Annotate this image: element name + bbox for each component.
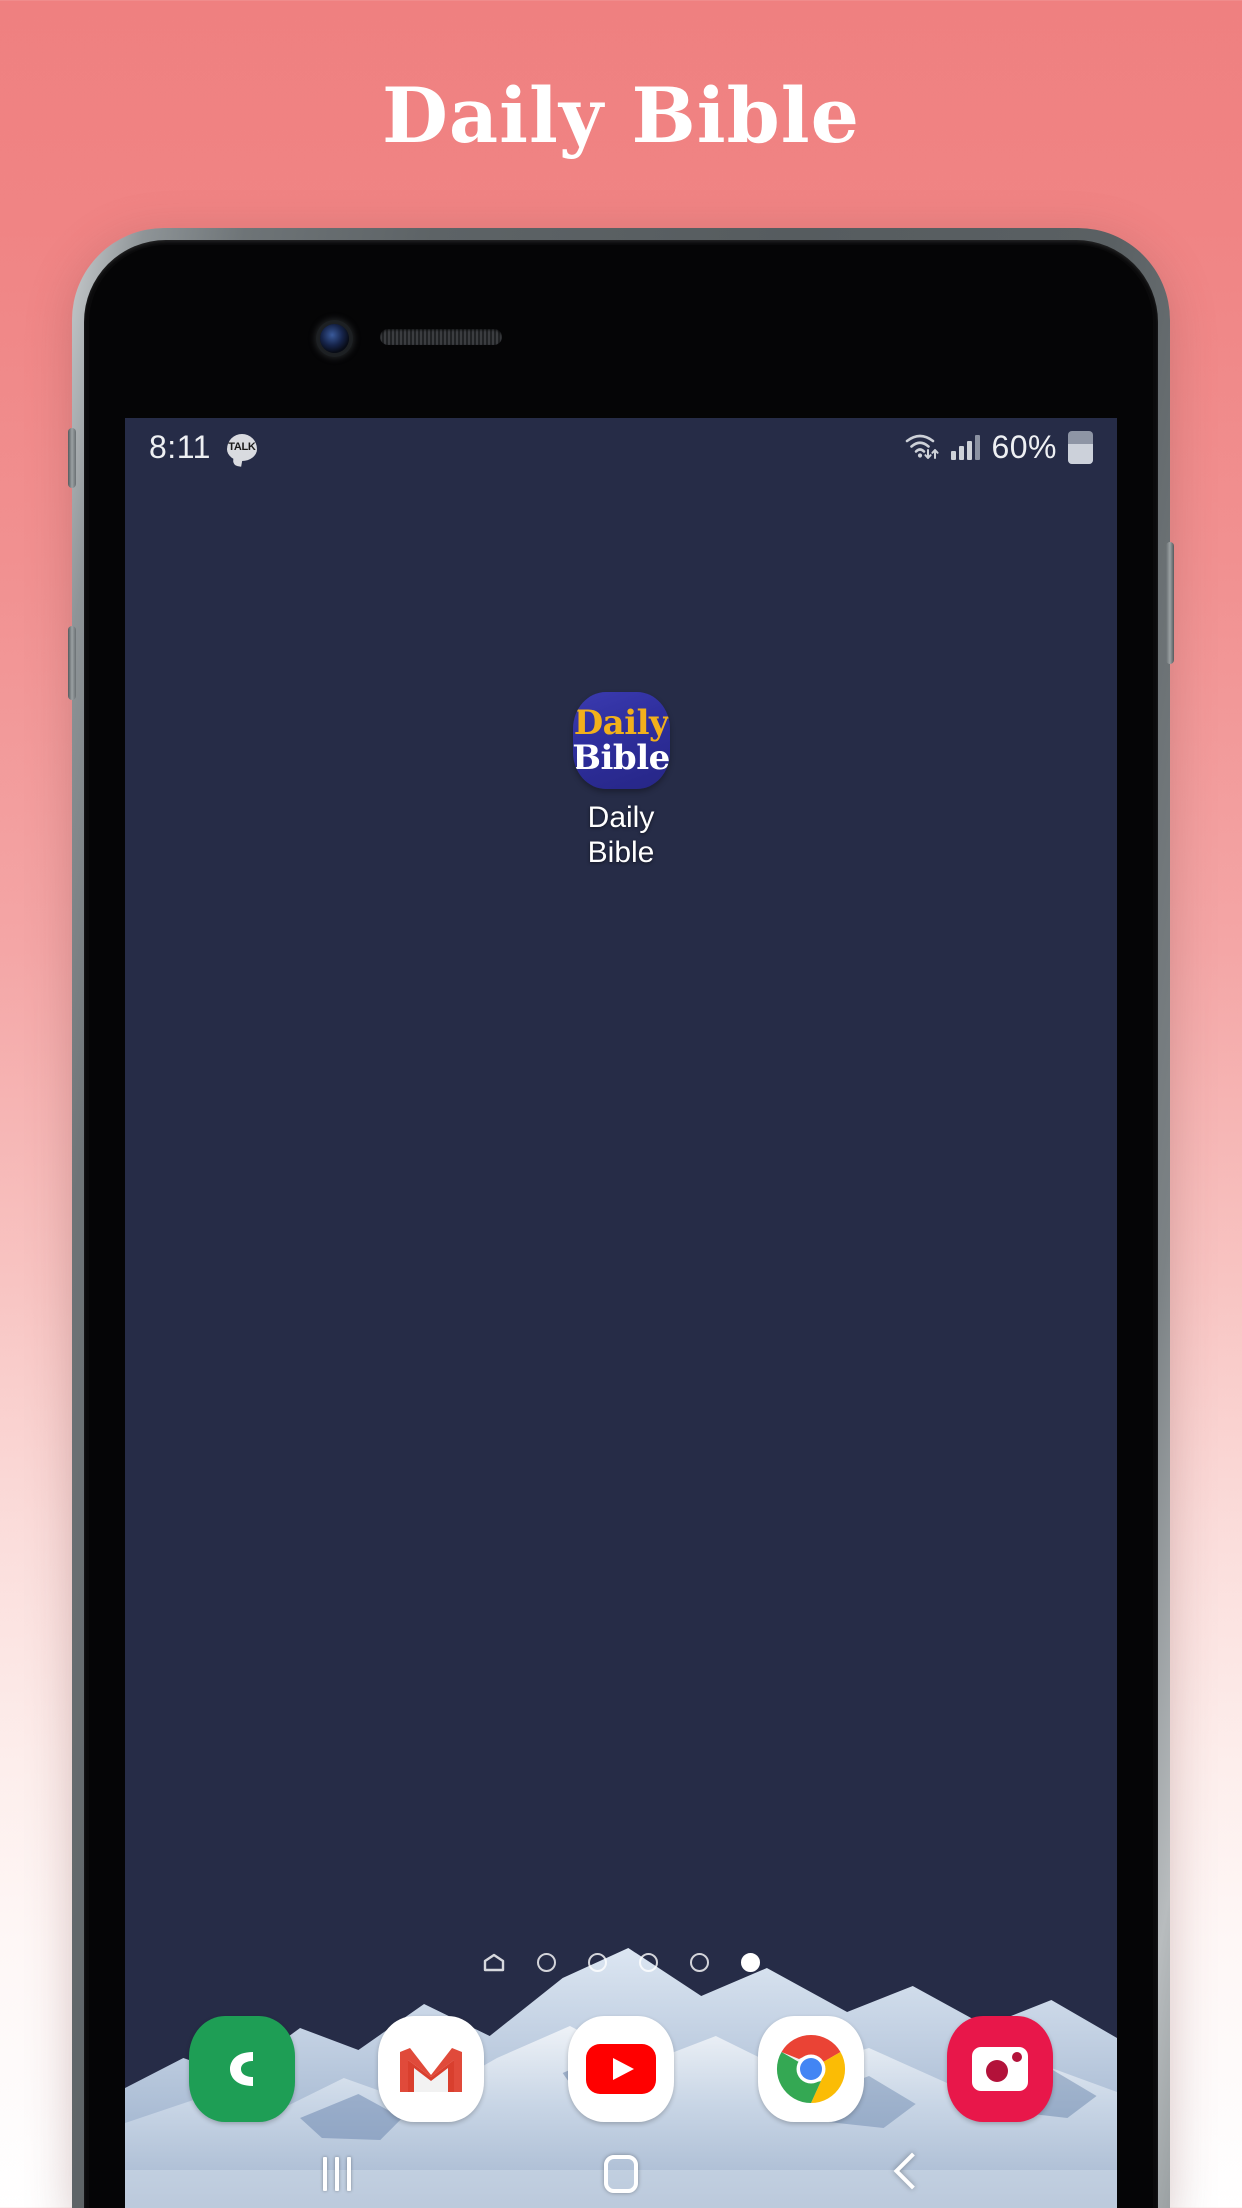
back-chevron-icon [891,2154,919,2194]
front-camera-icon [320,324,349,353]
volume-button[interactable] [68,428,76,488]
recents-icon [323,2157,351,2191]
back-button[interactable] [865,2146,945,2202]
status-bar-left: 8:11 TALK [149,429,257,466]
youtube-icon[interactable] [567,2016,674,2122]
status-time: 8:11 [149,428,211,465]
phone-icon[interactable] [188,2016,295,2122]
dock-item-gmail[interactable] [378,2016,485,2122]
home-icon [604,2155,638,2193]
page-indicator-dot[interactable] [587,1953,607,1972]
dock-item-youtube[interactable] [567,2016,674,2122]
kakaotalk-icon: TALK [226,433,257,461]
signal-bars-icon [951,434,981,460]
earpiece-speaker-icon [380,329,502,345]
dock-item-chrome[interactable] [757,2016,864,2122]
bixby-button[interactable] [68,626,76,700]
phone-bezel: 8:11 TALK 60% Daily Bible Daily Bible [84,240,1158,2208]
daily-bible-app-icon[interactable]: Daily Bible [572,692,670,789]
recents-button[interactable] [297,2146,377,2202]
power-button[interactable] [1166,542,1174,664]
status-bar-right: 60% [904,429,1093,466]
app-label-line1: Daily [587,801,655,834]
app-icon-line1: Daily [573,703,669,743]
chrome-icon[interactable] [757,2016,864,2122]
page-indicator-dot[interactable] [536,1953,556,1972]
app-shortcut-daily-bible[interactable]: Daily Bible Daily Bible [125,692,1117,871]
phone-mockup: 8:11 TALK 60% Daily Bible Daily Bible [68,228,1174,2208]
wifi-icon [904,432,940,462]
phone-screen: 8:11 TALK 60% Daily Bible Daily Bible [125,418,1117,2208]
status-bar: 8:11 TALK 60% [125,418,1117,476]
dock-item-phone[interactable] [188,2016,295,2122]
page-indicator-home-icon[interactable] [483,1953,505,1972]
app-label-line2: Bible [587,836,655,870]
dock [125,2008,1117,2130]
page-indicator-dot-active[interactable] [740,1953,760,1972]
navigation-bar [125,2130,1117,2208]
page-indicator-dot[interactable] [689,1953,709,1972]
app-icon-line2: Bible [572,738,670,778]
gmail-icon[interactable] [378,2016,485,2122]
home-button[interactable] [581,2146,661,2202]
page-indicator[interactable] [125,1953,1117,1972]
battery-icon [1068,430,1093,464]
camera-icon[interactable] [947,2016,1054,2122]
dock-item-camera[interactable] [947,2016,1054,2122]
app-shortcut-label: Daily Bible [588,800,655,871]
page-title: Daily Bible [382,71,860,160]
page-indicator-dot[interactable] [638,1953,658,1972]
battery-percent: 60% [991,428,1057,465]
